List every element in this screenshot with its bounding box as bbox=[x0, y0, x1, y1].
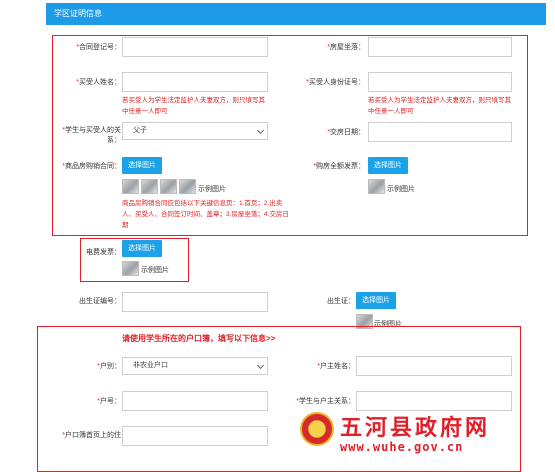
sample-image-link-invoice[interactable]: 示例图片 bbox=[387, 184, 415, 194]
buyer-id-note: 若买受人为学生法定监护人夫妻双方，则只填写其中任意一人即可 bbox=[368, 97, 511, 115]
thumbnail-image[interactable] bbox=[179, 179, 196, 194]
required-marker: * bbox=[306, 79, 309, 86]
buyer-name-input[interactable] bbox=[122, 72, 268, 92]
household-no-label: *户号： bbox=[97, 398, 121, 405]
contract-no-input[interactable] bbox=[122, 37, 268, 57]
student-householder-relation-input[interactable] bbox=[356, 391, 512, 411]
handover-date-input[interactable] bbox=[368, 122, 512, 142]
room-location-input[interactable] bbox=[368, 37, 512, 57]
required-marker: * bbox=[97, 363, 100, 370]
required-marker: * bbox=[62, 127, 65, 134]
required-marker: * bbox=[327, 44, 330, 51]
buyer-id-input[interactable] bbox=[368, 72, 512, 92]
household-type-select-value: 非农业户口 bbox=[133, 362, 168, 369]
required-marker: * bbox=[296, 398, 299, 405]
thumbnail-image[interactable] bbox=[122, 261, 139, 276]
government-emblem-icon bbox=[300, 412, 334, 446]
birth-cert-label: 出生证： bbox=[327, 298, 355, 305]
required-marker: * bbox=[76, 44, 79, 51]
required-marker: * bbox=[313, 163, 316, 170]
relation-select-value: 父子 bbox=[133, 127, 147, 134]
contract-note: 商品房购销合同应包括以下关键信息页：1.首页；2.出卖人、买受人、合同签订时间、… bbox=[122, 200, 289, 229]
watermark-title: 五河县政府网 bbox=[340, 415, 491, 441]
required-marker: * bbox=[97, 398, 100, 405]
choose-image-button-electricity[interactable]: 选择图片 bbox=[122, 240, 162, 257]
chevron-down-icon bbox=[256, 126, 265, 135]
householder-name-label: *户主姓名： bbox=[317, 363, 355, 370]
buyer-name-label: *买受人姓名： bbox=[76, 79, 121, 86]
thumbnail-image[interactable] bbox=[160, 179, 177, 194]
full-invoice-label: *购房全额发票： bbox=[313, 163, 365, 170]
buyer-id-label: *买受人身份证号： bbox=[306, 79, 365, 86]
thumbnail-image[interactable] bbox=[122, 179, 139, 194]
chevron-down-icon bbox=[256, 361, 265, 370]
relation-select[interactable]: 父子 bbox=[122, 122, 268, 140]
thumbnail-image[interactable] bbox=[141, 179, 158, 194]
household-type-label: *户别： bbox=[97, 363, 121, 370]
birth-cert-no-input[interactable] bbox=[122, 292, 268, 312]
household-type-select[interactable]: 非农业户口 bbox=[122, 357, 268, 375]
choose-image-button-contract[interactable]: 选择图片 bbox=[122, 157, 162, 174]
choose-image-button-birth-cert[interactable]: 选择图片 bbox=[356, 292, 396, 309]
thumbnail-image[interactable] bbox=[368, 179, 385, 194]
household-no-input[interactable] bbox=[122, 391, 268, 411]
electricity-invoice-label: 电费发票： bbox=[86, 249, 121, 256]
student-householder-relation-label: *学生与户主关系： bbox=[296, 398, 355, 405]
commodity-contract-label: *商品房购销合同： bbox=[62, 163, 121, 170]
section-header: 学区证明信息 bbox=[46, 3, 546, 25]
buyer-name-note: 若买受人为学生法定监护人夫妻双方，则只填写其中任意一人即可 bbox=[122, 97, 265, 115]
required-marker: * bbox=[62, 163, 65, 170]
required-marker: * bbox=[317, 363, 320, 370]
contract-no-label: *合同登记号： bbox=[76, 44, 121, 51]
required-marker: * bbox=[327, 129, 330, 136]
relation-label: *学生与买受人的关系： bbox=[62, 127, 121, 144]
sample-image-link-electricity[interactable]: 示例图片 bbox=[141, 265, 169, 275]
required-marker: * bbox=[62, 432, 65, 439]
handover-date-label: *交房日期： bbox=[327, 129, 365, 136]
watermark-url: www.wuhe.gov.cn bbox=[340, 440, 464, 454]
household-address-input[interactable] bbox=[122, 426, 268, 446]
choose-image-button-invoice[interactable]: 选择图片 bbox=[368, 157, 408, 174]
household-address-label: *户口簿首页上的住 bbox=[62, 432, 121, 439]
birth-cert-no-label: 出生证编号： bbox=[79, 298, 121, 305]
householder-name-input[interactable] bbox=[356, 356, 512, 376]
household-prompt: 请使用学生所在的户口簿，填写以下信息>> bbox=[122, 334, 276, 343]
sample-image-link-contract[interactable]: 示例图片 bbox=[198, 184, 226, 194]
room-location-label: *房屋坐落： bbox=[327, 44, 365, 51]
required-marker: * bbox=[76, 79, 79, 86]
